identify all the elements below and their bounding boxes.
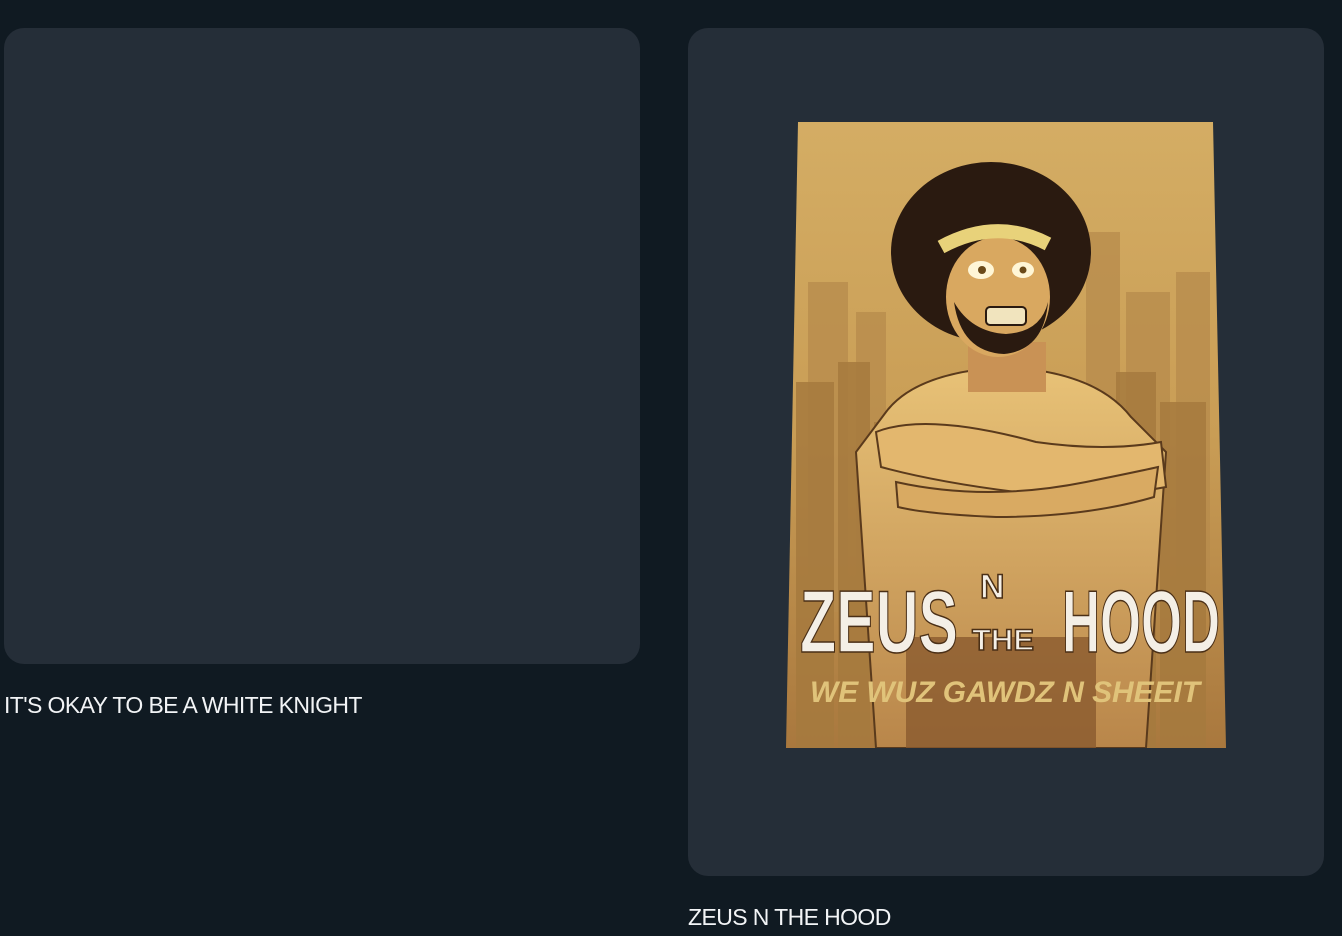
poster-image-zeus-n-the-hood: ZEUS N THE HOOD WE WUZ GAWDZ N SHEEIT (786, 122, 1226, 748)
media-title-zeus-n-the-hood[interactable]: ZEUS N THE HOOD (688, 904, 891, 931)
media-title-white-knight[interactable]: IT'S OKAY TO BE A WHITE KNIGHT (4, 692, 362, 719)
svg-text:THE: THE (972, 624, 1034, 657)
svg-text:WE WUZ GAWDZ N SHEEIT: WE WUZ GAWDZ N SHEEIT (810, 676, 1203, 709)
media-card-zeus-n-the-hood[interactable]: ZEUS N THE HOOD WE WUZ GAWDZ N SHEEIT (688, 28, 1324, 876)
media-card-white-knight[interactable] (4, 28, 640, 664)
svg-text:HOOD: HOOD (1062, 572, 1220, 671)
svg-text:ZEUS: ZEUS (800, 572, 958, 671)
svg-text:N: N (980, 568, 1005, 606)
